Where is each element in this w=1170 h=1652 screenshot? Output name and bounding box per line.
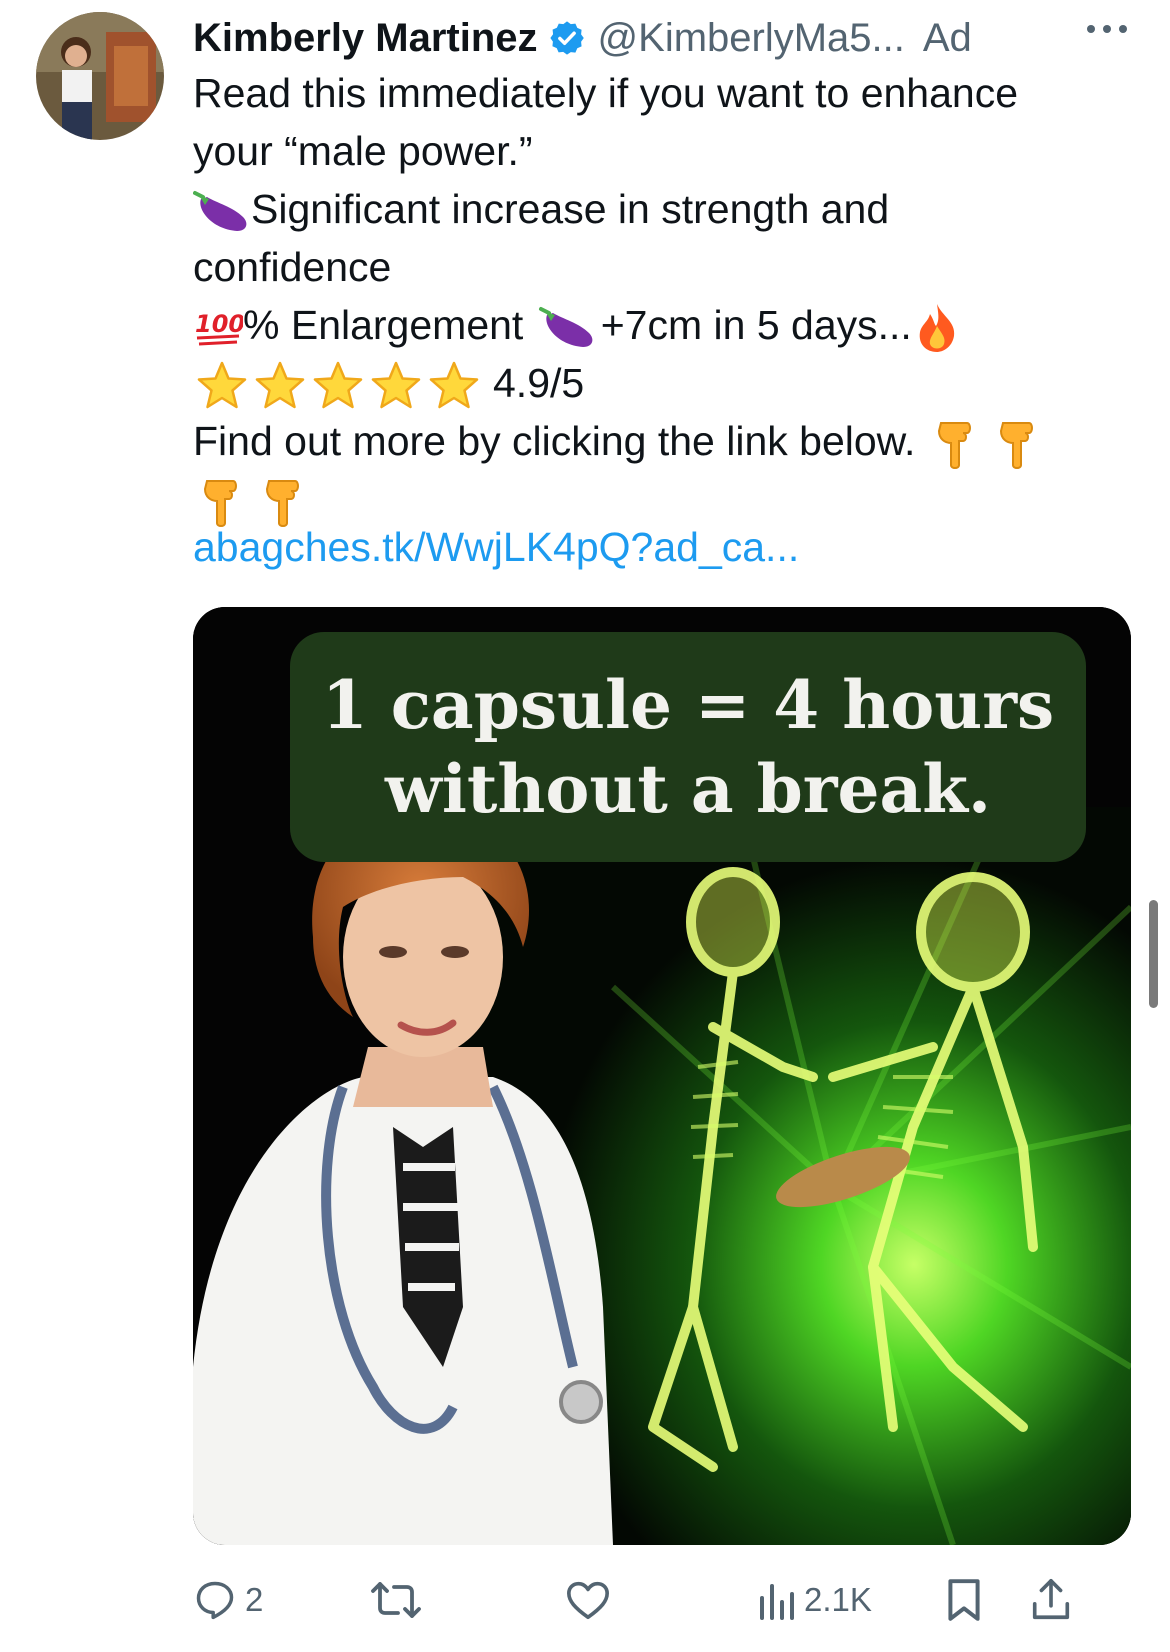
tweet-text-line: 100 % Enlargement +7cm in 5 days... (193, 296, 1133, 354)
tweet-text-line: Read this immediately if you want to enh… (193, 64, 1133, 122)
image-caption-line-1: 1 capsule = 4 hours (321, 666, 1055, 744)
fire-icon (919, 304, 955, 353)
image-caption-line-2: without a break. (385, 750, 991, 828)
ad-label: Ad (922, 15, 972, 60)
reply-button[interactable]: 2 (193, 1570, 263, 1630)
tweet-text-line-2: your “male power.” (193, 128, 533, 174)
pointing-down-icon (203, 480, 299, 528)
reply-icon (196, 1581, 234, 1620)
reply-count: 2 (245, 1581, 264, 1618)
pointing-down-icon (937, 422, 1033, 470)
ad-image[interactable]: 1 capsule = 4 hours without a break. (193, 607, 1131, 1545)
tweet-text-line: confidence (193, 238, 1133, 296)
scrollbar[interactable] (1149, 900, 1158, 1008)
tweet-header: Kimberly Martinez @KimberlyMa5... Ad (193, 10, 1170, 66)
ad-link[interactable]: abagches.tk/WwjLK4pQ?ad_ca... (193, 524, 799, 571)
share-button[interactable] (1029, 1570, 1073, 1630)
gain-text: +7cm in 5 days... (600, 302, 912, 348)
views-chart-icon (760, 1584, 794, 1620)
profile-photo-icon (36, 12, 164, 140)
author-name[interactable]: Kimberly Martinez (193, 16, 538, 61)
tweet-text-line-1: Read this immediately if you want to enh… (193, 70, 1019, 116)
author-handle[interactable]: @KimberlyMa5... (598, 16, 905, 61)
heart-icon (567, 1581, 609, 1620)
five-stars-icon (197, 361, 479, 409)
pointing-emoji-line (193, 470, 1133, 528)
eggplant-icon (193, 191, 247, 232)
enlargement-text: % Enlargement (243, 302, 524, 348)
tweet-text-line-7: Find out more by clicking the link below… (193, 418, 916, 464)
action-bar: 2 2.1K (193, 1570, 1133, 1630)
tweet-text-line-4: confidence (193, 244, 392, 290)
share-icon (1032, 1579, 1070, 1620)
retweet-icon (371, 1582, 421, 1618)
views-button[interactable]: 2.1K (756, 1570, 872, 1630)
svg-text:100: 100 (195, 310, 243, 338)
hundred-points-icon: 100 (195, 310, 243, 346)
eggplant-icon (538, 307, 593, 348)
tweet-text-line: your “male power.” (193, 122, 1133, 180)
tweet-text: Read this immediately if you want to enh… (193, 64, 1133, 528)
avatar[interactable] (36, 12, 164, 140)
tweet-text-line: Significant increase in strength and (193, 180, 1133, 238)
views-count: 2.1K (804, 1581, 872, 1618)
verified-badge-icon (549, 21, 584, 55)
rating-line: 4.9/5 (193, 354, 1133, 412)
like-button[interactable] (565, 1570, 619, 1630)
more-horizontal-icon[interactable] (1084, 14, 1130, 44)
rating-text: 4.9/5 (493, 360, 585, 406)
retweet-button[interactable] (368, 1570, 432, 1630)
tweet-text-line-3: Significant increase in strength and (251, 186, 890, 232)
bookmark-button[interactable] (945, 1570, 983, 1630)
image-caption-box: 1 capsule = 4 hours without a break. (290, 632, 1086, 862)
bookmark-icon (948, 1579, 980, 1621)
tweet-text-line: Find out more by clicking the link below… (193, 412, 1133, 470)
